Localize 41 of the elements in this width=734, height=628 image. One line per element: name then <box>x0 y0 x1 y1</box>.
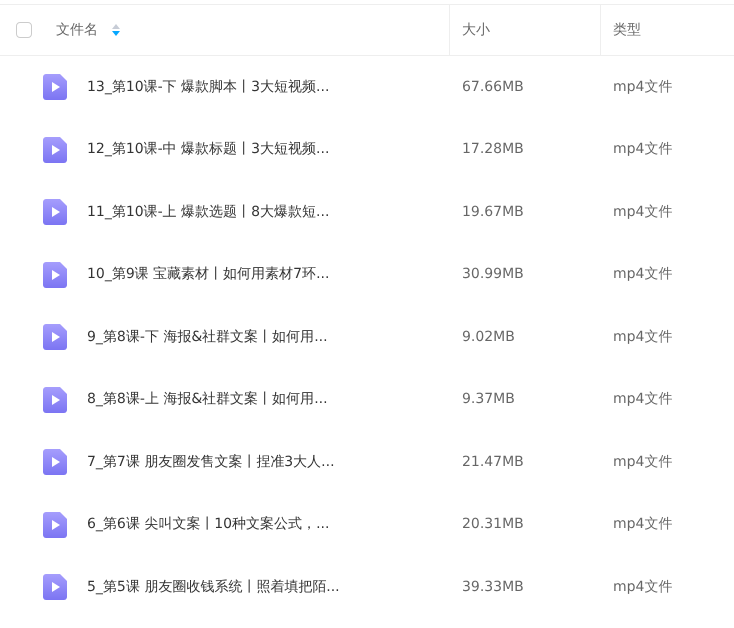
file-name[interactable]: 6_第6课 尖叫文案丨10种文案公式，... <box>87 514 330 536</box>
file-size: 20.31MB <box>462 516 524 532</box>
sort-icon[interactable] <box>112 23 120 37</box>
file-name[interactable]: 10_第9课 宝藏素材丨如何用素材7环... <box>87 264 330 286</box>
file-type: mp4文件 <box>613 141 672 158</box>
video-file-icon <box>43 74 67 100</box>
file-type: mp4文件 <box>613 516 672 532</box>
file-name[interactable]: 9_第8课-下 海报&社群文案丨如何用... <box>87 326 328 348</box>
file-type: mp4文件 <box>613 204 672 220</box>
file-size: 9.02MB <box>462 328 515 345</box>
file-size: 67.66MB <box>462 78 524 95</box>
file-type: mp4文件 <box>613 578 672 595</box>
file-type: mp4文件 <box>613 328 672 345</box>
file-size: 19.67MB <box>462 204 524 220</box>
video-file-icon <box>43 324 67 350</box>
file-type: mp4文件 <box>613 78 672 95</box>
video-file-icon <box>43 386 67 413</box>
file-size: 39.33MB <box>462 578 524 595</box>
file-size: 30.99MB <box>462 266 524 282</box>
file-size: 9.37MB <box>462 391 515 408</box>
select-all-checkbox[interactable] <box>16 22 32 38</box>
file-name[interactable]: 12_第10课-中 爆款标题丨3大短视频... <box>87 139 330 160</box>
file-name[interactable]: 5_第5课 朋友圈收钱系统丨照着填把陌... <box>87 576 340 598</box>
video-file-icon <box>43 136 67 163</box>
file-type: mp4文件 <box>613 454 672 470</box>
file-size: 21.47MB <box>462 454 524 470</box>
column-header[interactable]: 类型 <box>613 20 641 40</box>
video-file-icon <box>43 199 67 226</box>
file-name[interactable]: 7_第7课 朋友圈发售文案丨捏准3大人... <box>87 452 335 473</box>
file-name[interactable]: 11_第10课-上 爆款选题丨8大爆款短... <box>87 202 330 223</box>
file-type: mp4文件 <box>613 391 672 408</box>
file-name[interactable]: 13_第10课-下 爆款脚本丨3大短视频... <box>87 76 330 98</box>
file-type: mp4文件 <box>613 266 672 282</box>
column-header[interactable]: 大小 <box>462 20 490 40</box>
video-file-icon <box>43 512 67 538</box>
file-size: 17.28MB <box>462 141 524 158</box>
file-name[interactable]: 8_第8课-上 海报&社群文案丨如何用... <box>87 389 328 410</box>
video-file-icon <box>43 449 67 476</box>
column-header[interactable]: 文件名 <box>56 20 98 40</box>
video-file-icon <box>43 262 67 288</box>
video-file-icon <box>43 574 67 600</box>
